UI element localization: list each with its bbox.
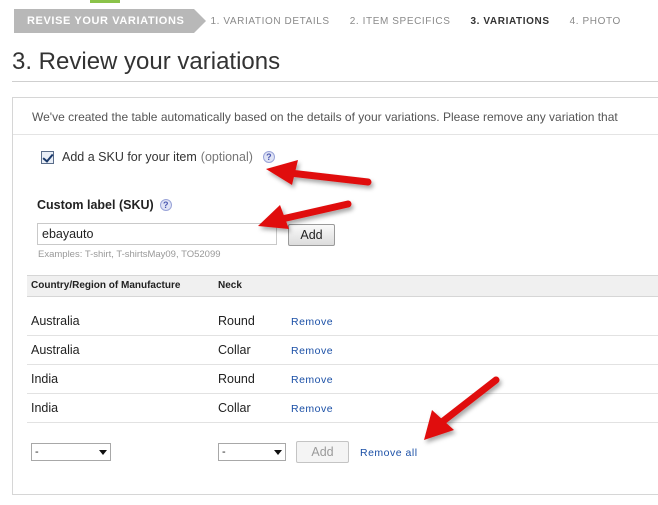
cell-neck: Round [218, 372, 255, 386]
sku-examples: Examples: T-shirt, T-shirtsMay09, TO5209… [38, 249, 221, 260]
sku-option-row: Add a SKU for your item (optional) ? [41, 150, 275, 164]
table-row: Australia Round Remove [27, 307, 658, 336]
add-variation-button[interactable]: Add [296, 441, 349, 463]
step-item-specifics[interactable]: 2. ITEM SPECIFICS [350, 16, 451, 27]
title-divider [12, 81, 658, 82]
top-accent-bar [90, 0, 120, 3]
sku-input[interactable] [37, 223, 277, 245]
table-header: Country/Region of Manufacture Neck [27, 275, 658, 297]
page-title: 3. Review your variations [12, 48, 281, 75]
neck-select[interactable]: - [218, 443, 286, 461]
step-variations: 3. VARIATIONS [470, 15, 550, 27]
remove-link[interactable]: Remove [291, 316, 333, 328]
remove-all-link[interactable]: Remove all [360, 447, 418, 459]
step-photos[interactable]: 4. PHOTO [570, 16, 621, 27]
table-row: Australia Collar Remove [27, 336, 658, 365]
cell-neck: Collar [218, 343, 251, 357]
cell-neck: Collar [218, 401, 251, 415]
cell-country: India [31, 372, 59, 386]
country-select[interactable]: - [31, 443, 111, 461]
cell-country: India [31, 401, 59, 415]
column-header-neck: Neck [218, 280, 242, 291]
add-sku-checkbox[interactable] [41, 150, 54, 164]
add-sku-button[interactable]: Add [288, 224, 335, 246]
chevron-down-icon [99, 450, 107, 455]
remove-link[interactable]: Remove [291, 374, 333, 386]
cell-country: Australia [31, 343, 80, 357]
step-breadcrumb: REVISE YOUR VARIATIONS 1. VARIATION DETA… [14, 9, 658, 33]
table-row: India Round Remove [27, 365, 658, 394]
cell-country: Australia [31, 314, 80, 328]
country-select-value: - [35, 446, 39, 458]
help-icon[interactable]: ? [262, 151, 275, 163]
remove-link[interactable]: Remove [291, 403, 333, 415]
intro-text: We've created the table automatically ba… [32, 110, 618, 124]
variations-panel: We've created the table automatically ba… [12, 97, 658, 495]
cell-neck: Round [218, 314, 255, 328]
column-header-country: Country/Region of Manufacture [31, 280, 181, 291]
table-row: India Collar Remove [27, 394, 658, 423]
remove-link[interactable]: Remove [291, 345, 333, 357]
chevron-down-icon [274, 450, 282, 455]
custom-label-title: Custom label (SKU) [37, 198, 154, 212]
intro-divider [13, 134, 658, 135]
optional-label: (optional) [200, 150, 253, 164]
custom-label-heading: Custom label (SKU) ? [37, 198, 172, 212]
neck-select-value: - [222, 446, 226, 458]
help-icon[interactable]: ? [159, 199, 172, 211]
step-section-label: REVISE YOUR VARIATIONS [14, 9, 207, 33]
add-sku-label: Add a SKU for your item [62, 150, 197, 164]
step-variation-details[interactable]: 1. VARIATION DETAILS [210, 16, 329, 27]
